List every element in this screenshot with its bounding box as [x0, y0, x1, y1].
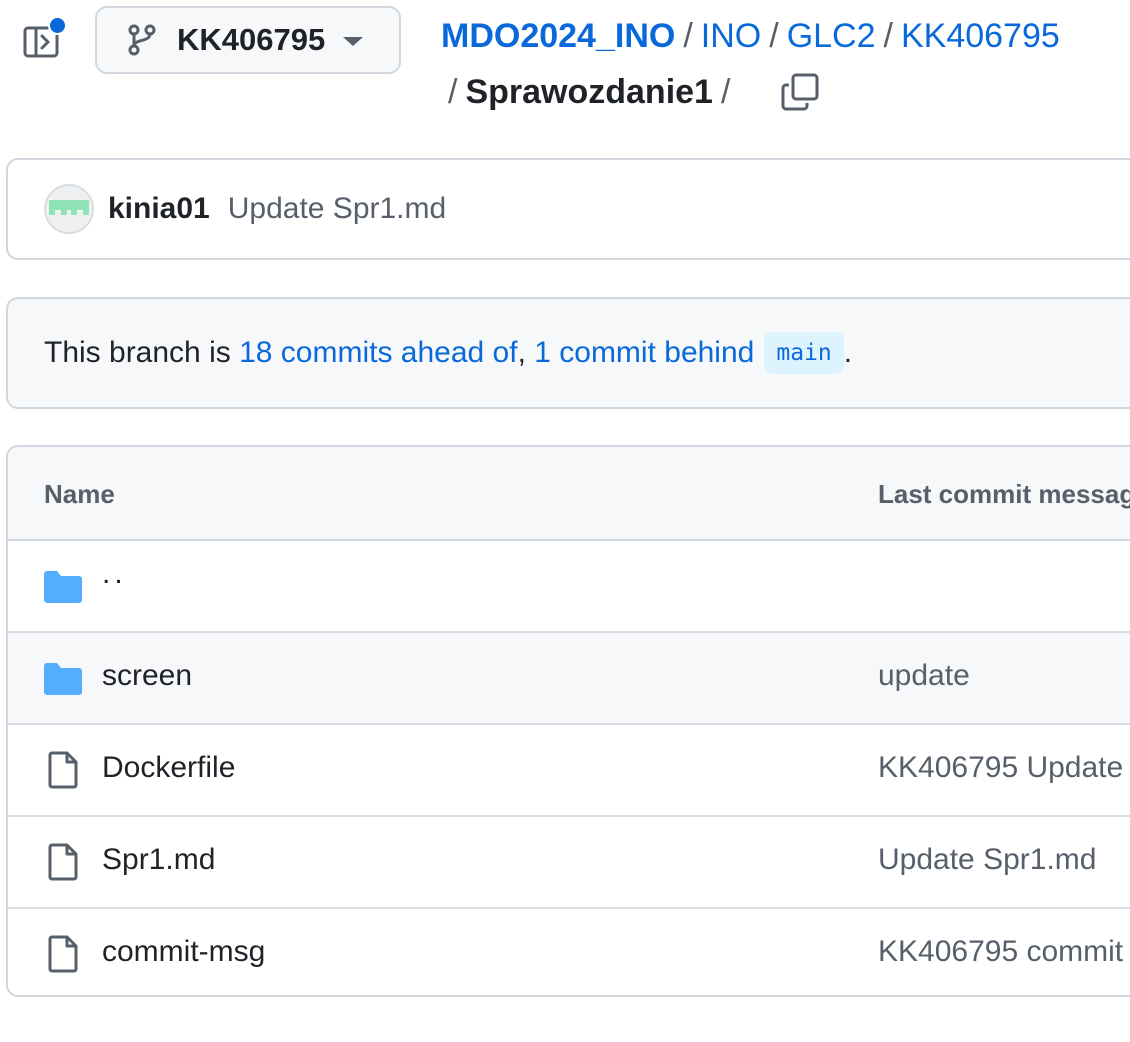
breadcrumb-link-ino[interactable]: INO — [701, 17, 761, 55]
column-header-last-commit: Last commit message — [878, 479, 1130, 509]
breadcrumb-separator: / — [720, 73, 731, 111]
avatar[interactable] — [44, 184, 94, 234]
breadcrumb: MDO2024_INO / INO / GLC2/KK406795 — [441, 10, 1121, 62]
file-table: Name Last commit message .. screen updat… — [6, 445, 1130, 997]
breadcrumb-link-kk406795[interactable]: KK406795 — [901, 17, 1060, 55]
commit-author-link[interactable]: kinia01 — [108, 192, 210, 226]
commits-behind-link[interactable]: 1 commit behind — [534, 336, 754, 370]
breadcrumb-current-line: / Sprawozdanie1 / — [448, 66, 820, 118]
row-name[interactable]: screen — [102, 659, 192, 693]
row-commit-message[interactable]: KK406795 Update — [878, 751, 1123, 785]
table-row-parent-directory[interactable]: .. — [8, 541, 1130, 633]
row-commit-message[interactable]: update — [878, 659, 970, 693]
branch-status-comma: , — [517, 336, 535, 369]
file-icon — [48, 843, 78, 881]
breadcrumb-separator: / — [683, 17, 693, 55]
git-branch-icon — [128, 24, 156, 56]
latest-commit-box: kinia01 Update Spr1.md — [6, 158, 1130, 260]
branch-status-prefix: This branch is — [44, 336, 240, 369]
file-icon — [48, 935, 78, 973]
table-row-file[interactable]: Dockerfile KK406795 Update — [8, 725, 1130, 817]
breadcrumb-separator: / — [883, 17, 893, 55]
branch-status-suffix: . — [843, 336, 853, 369]
table-row-folder[interactable]: screen update — [8, 633, 1130, 725]
breadcrumb-separator: / — [448, 73, 458, 111]
column-header-name: Name — [44, 479, 115, 509]
sidebar-expand-button[interactable] — [22, 16, 67, 62]
branch-name: KK406795 — [177, 22, 326, 57]
row-name[interactable]: .. — [102, 557, 127, 591]
table-row-file[interactable]: Spr1.md Update Spr1.md — [8, 817, 1130, 909]
commits-ahead-link[interactable]: 18 commits ahead of — [239, 336, 517, 370]
table-header: Name Last commit message — [8, 447, 1130, 541]
breadcrumb-separator: / — [769, 17, 779, 55]
breadcrumb-link-glc2[interactable]: GLC2 — [787, 17, 876, 55]
chevron-down-icon — [343, 37, 363, 46]
row-name[interactable]: commit-msg — [102, 935, 265, 969]
breadcrumb-current-folder: Sprawozdanie1 — [465, 73, 713, 111]
folder-icon — [44, 663, 82, 695]
branch-status-box: This branch is 18 commits ahead of , 1 c… — [6, 297, 1130, 409]
identicon-icon — [49, 200, 89, 215]
base-branch-badge[interactable]: main — [764, 332, 844, 374]
row-name[interactable]: Dockerfile — [102, 751, 235, 785]
row-commit-message[interactable]: KK406795 commit — [878, 935, 1123, 969]
file-icon — [48, 751, 78, 789]
folder-icon — [44, 571, 82, 603]
notification-dot — [48, 16, 67, 35]
breadcrumb-repo-link[interactable]: MDO2024_INO — [441, 17, 675, 55]
copy-icon[interactable] — [780, 72, 820, 112]
branch-selector-button[interactable]: KK406795 — [95, 6, 401, 74]
row-commit-message[interactable]: Update Spr1.md — [878, 843, 1096, 877]
row-name[interactable]: Spr1.md — [102, 843, 215, 877]
table-row-file[interactable]: commit-msg KK406795 commit — [8, 909, 1130, 995]
commit-message-link[interactable]: Update Spr1.md — [228, 192, 446, 226]
